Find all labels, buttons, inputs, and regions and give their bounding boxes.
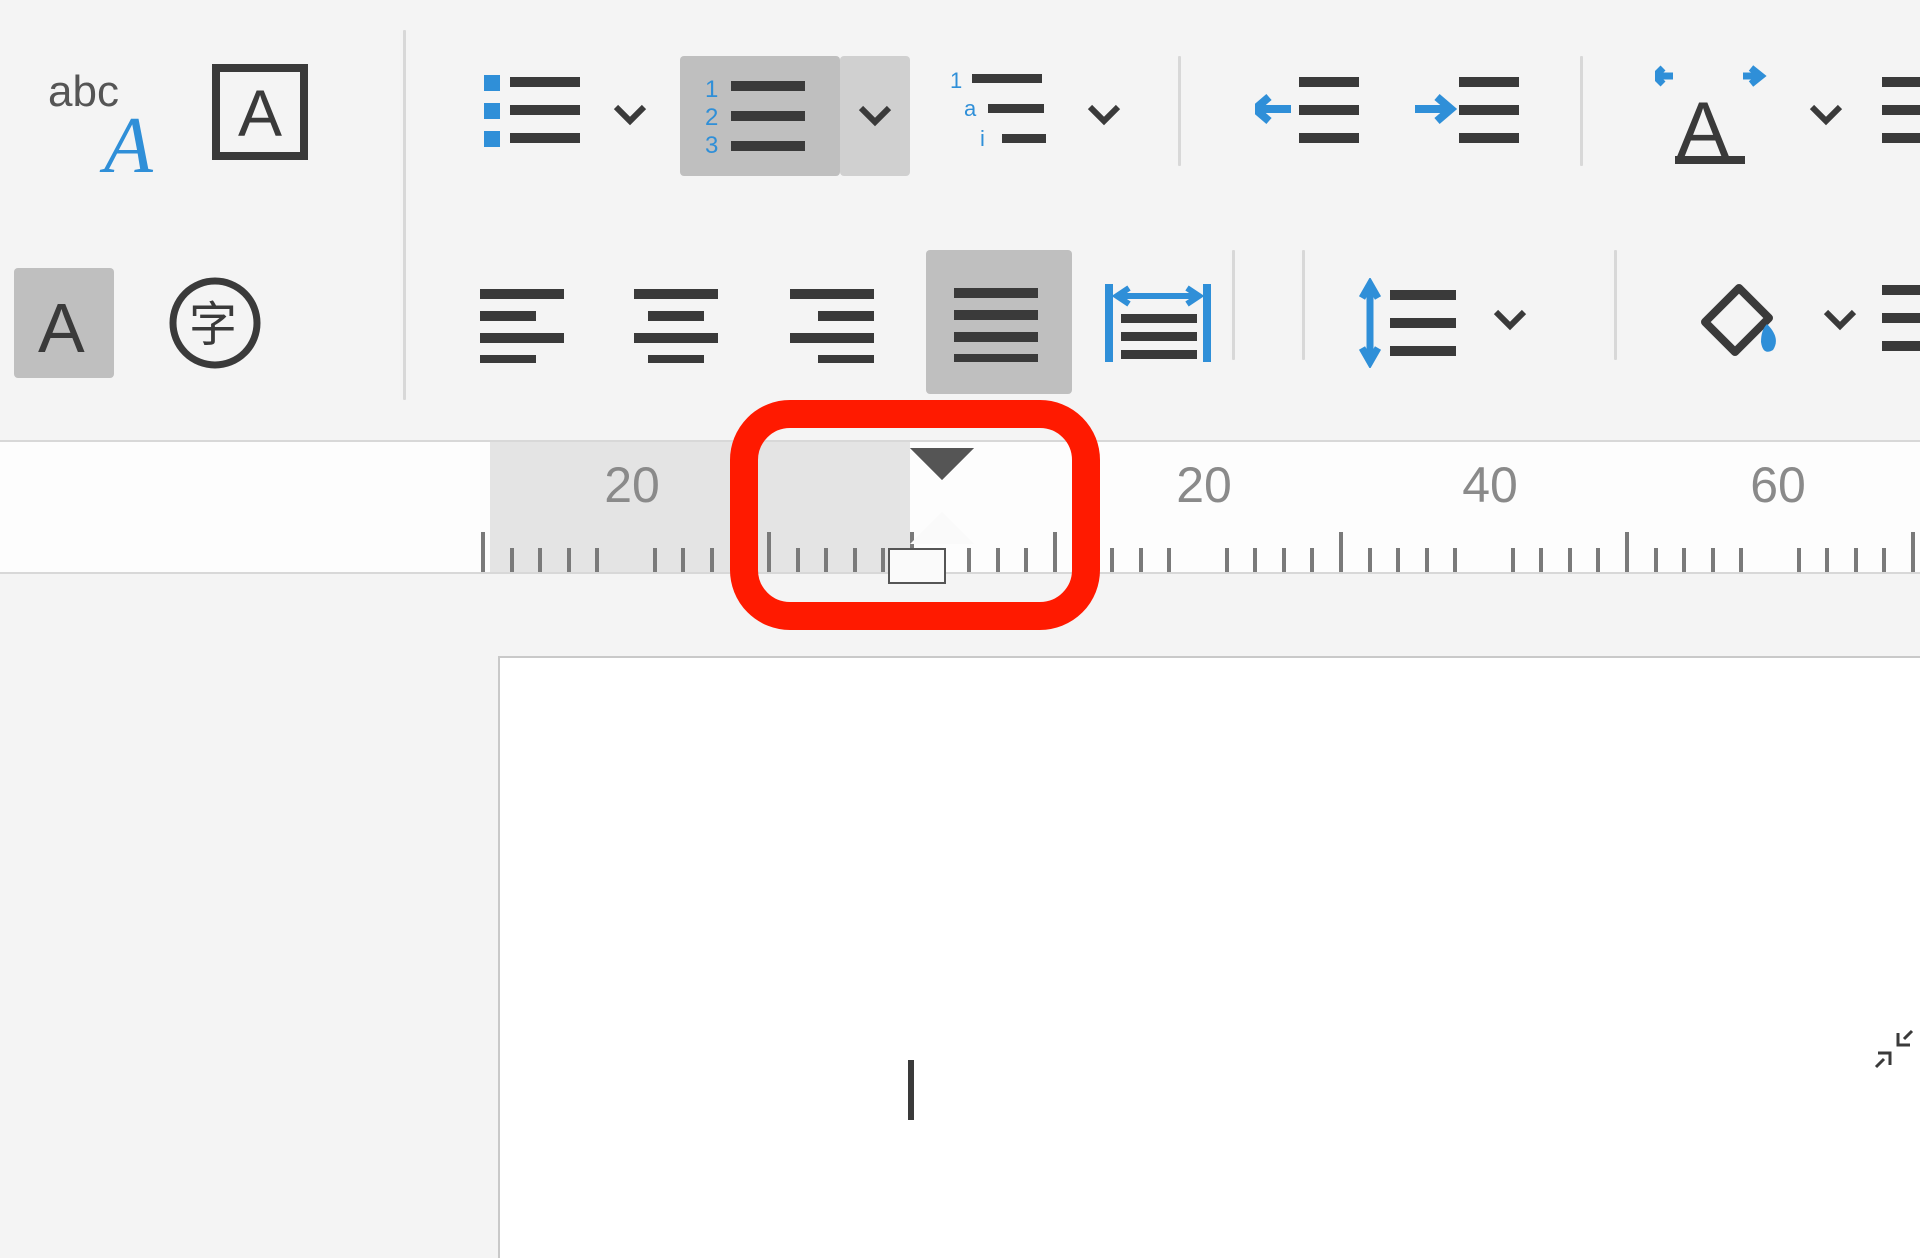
multilevel-dropdown[interactable] bbox=[1084, 95, 1124, 135]
font-color-icon: A bbox=[24, 278, 104, 368]
line-spacing-button[interactable] bbox=[1346, 268, 1476, 378]
shading-dropdown[interactable] bbox=[1820, 300, 1860, 340]
ruler-label: 40 bbox=[1462, 456, 1518, 514]
svg-text:2: 2 bbox=[705, 104, 718, 131]
svg-text:A: A bbox=[238, 76, 282, 150]
shading-button[interactable] bbox=[1680, 262, 1790, 372]
multilevel-list-button[interactable]: 1 a i bbox=[940, 60, 1070, 160]
chevron-down-icon bbox=[1490, 300, 1530, 340]
align-center-icon bbox=[634, 283, 724, 363]
numbering-dropdown[interactable] bbox=[840, 56, 910, 176]
phonetic-guide-icon: A bbox=[1655, 60, 1775, 170]
svg-text:i: i bbox=[980, 126, 985, 151]
lines-icon bbox=[1882, 65, 1920, 155]
paint-bucket-icon bbox=[1685, 272, 1785, 362]
toolbar-separator bbox=[1580, 56, 1583, 166]
svg-text:A: A bbox=[99, 102, 154, 180]
chevron-down-icon bbox=[1806, 95, 1846, 135]
hanging-indent-marker[interactable] bbox=[910, 512, 974, 544]
chevron-down-icon bbox=[1084, 95, 1124, 135]
align-center-button[interactable] bbox=[624, 268, 734, 378]
align-right-icon bbox=[790, 283, 880, 363]
font-color-button[interactable]: A bbox=[14, 268, 114, 378]
align-left-icon bbox=[480, 283, 570, 363]
text-box-button[interactable]: A bbox=[210, 62, 310, 162]
chevron-down-icon bbox=[610, 95, 650, 135]
svg-text:1: 1 bbox=[705, 76, 718, 103]
svg-text:3: 3 bbox=[705, 132, 718, 159]
bullets-icon bbox=[480, 65, 590, 155]
spellcheck-button[interactable]: abc A bbox=[40, 60, 170, 180]
align-left-button[interactable] bbox=[470, 268, 580, 378]
bullets-dropdown[interactable] bbox=[610, 95, 650, 135]
bullets-button[interactable] bbox=[470, 60, 600, 160]
numbering-icon: 1 2 3 bbox=[705, 71, 815, 161]
ribbon-toolbar: abc A A 1 2 3 bbox=[0, 0, 1920, 430]
toolbar-separator bbox=[1614, 250, 1617, 360]
chevron-down-icon bbox=[1820, 300, 1860, 340]
partial-button-right-1[interactable] bbox=[1882, 60, 1920, 160]
toolbar-separator bbox=[403, 30, 406, 400]
text-box-icon: A bbox=[210, 62, 310, 162]
first-line-indent-marker[interactable] bbox=[910, 448, 974, 480]
ruler-margin-area bbox=[490, 442, 910, 572]
numbering-button[interactable]: 1 2 3 bbox=[680, 56, 840, 176]
svg-text:A: A bbox=[38, 289, 85, 367]
increase-indent-button[interactable] bbox=[1410, 60, 1530, 160]
phonetic-guide-button[interactable]: A bbox=[1650, 60, 1780, 170]
multilevel-list-icon: 1 a i bbox=[950, 64, 1060, 156]
left-indent-marker[interactable] bbox=[888, 548, 946, 584]
enclose-characters-button[interactable]: 字 bbox=[160, 268, 270, 378]
justify-icon bbox=[954, 282, 1044, 362]
distributed-icon bbox=[1105, 278, 1215, 368]
chevron-down-icon bbox=[855, 96, 895, 136]
collapse-icon[interactable] bbox=[1874, 1029, 1914, 1074]
partial-button-right-2[interactable] bbox=[1882, 268, 1920, 368]
line-spacing-icon bbox=[1356, 278, 1466, 368]
toolbar-separator bbox=[1178, 56, 1181, 166]
distributed-button[interactable] bbox=[1100, 268, 1220, 378]
ruler-label: 20 bbox=[604, 456, 660, 514]
decrease-indent-icon bbox=[1255, 65, 1365, 155]
ruler-label: 60 bbox=[1750, 456, 1806, 514]
decrease-indent-button[interactable] bbox=[1250, 60, 1370, 160]
spellcheck-icon: abc A bbox=[40, 60, 170, 180]
line-spacing-dropdown[interactable] bbox=[1490, 300, 1530, 340]
phonetic-guide-dropdown[interactable] bbox=[1806, 95, 1846, 135]
document-page[interactable] bbox=[498, 656, 1920, 1258]
toolbar-separator bbox=[1232, 250, 1235, 360]
toolbar-separator bbox=[1302, 250, 1305, 360]
align-right-button[interactable] bbox=[780, 268, 890, 378]
svg-text:a: a bbox=[964, 96, 977, 121]
ruler-label: 20 bbox=[1176, 456, 1232, 514]
svg-text:字: 字 bbox=[189, 299, 237, 352]
enclose-characters-icon: 字 bbox=[165, 273, 265, 373]
justify-button[interactable] bbox=[926, 250, 1072, 394]
svg-text:1: 1 bbox=[950, 68, 962, 93]
lines-icon bbox=[1882, 273, 1920, 363]
text-cursor bbox=[908, 1060, 914, 1120]
increase-indent-icon bbox=[1415, 65, 1525, 155]
